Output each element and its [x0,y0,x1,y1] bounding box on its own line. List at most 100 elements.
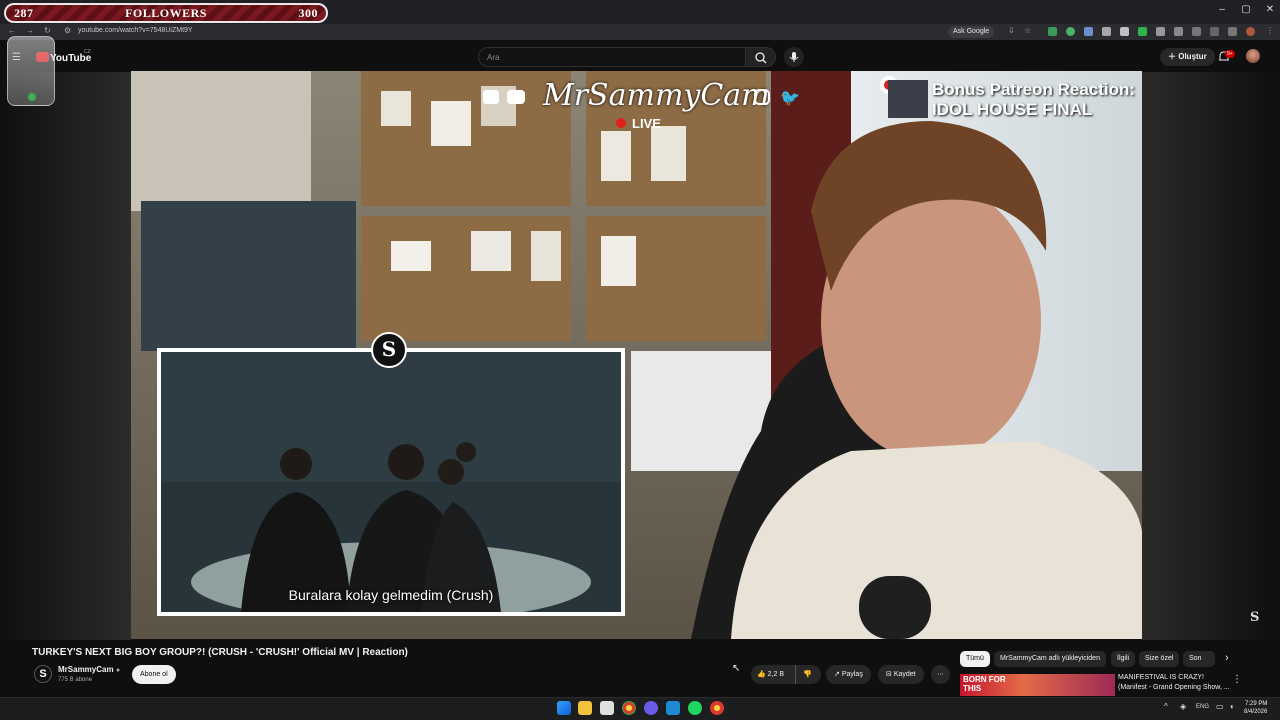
video-subtitle: Buralara kolay gelmedim (Crush) [288,587,494,603]
minimize-icon[interactable]: – [1210,4,1234,15]
create-button[interactable]: ＋ Oluştur [1160,48,1215,66]
spotify-icon[interactable] [688,701,702,715]
clock-time: 7:29 PM [1245,701,1268,707]
close-icon[interactable]: ✕ [1258,4,1280,15]
voice-search-button[interactable] [784,47,804,67]
windows-taskbar [0,697,1280,720]
channel-logo-badge: S [371,332,407,368]
store-icon[interactable] [600,701,614,715]
subscribe-button[interactable]: Abone ol [132,665,176,684]
search-input[interactable]: Ara [478,47,746,67]
plus-icon: ＋ [1168,52,1179,61]
ask-google-button[interactable]: Ask Google [948,26,995,38]
extension-icon[interactable] [1048,27,1057,36]
save-label: Kaydet [893,671,916,678]
pen-extension-icon[interactable] [1084,27,1093,36]
windows-start-icon[interactable] [557,701,571,715]
recommendation-title[interactable]: MANIFESTIVAL IS CRAZY! (Manifest - Grand… [1118,673,1233,693]
patreon-reaction-title: Bonus Patreon Reaction: IDOL HOUSE FINAL [932,80,1135,120]
app-icon[interactable] [644,701,658,715]
chrome-secondary-icon[interactable] [710,701,724,715]
watermark-logo-icon: S [1250,610,1260,625]
follower-goal: 300 [298,5,318,20]
more-actions-button[interactable]: ⋯ [931,665,950,684]
cast-icon[interactable] [1228,27,1237,36]
tab-icon[interactable] [1156,27,1165,36]
create-label: Oluştur [1178,52,1207,61]
ambient-glow-left [0,72,131,640]
chrome-icon[interactable] [622,701,636,715]
thumb-text-line-2: THIS [963,684,982,693]
install-icon[interactable]: ⇩ [1008,26,1015,35]
chip-related[interactable]: İlgili [1111,651,1136,667]
youtube-social-icon [507,90,525,104]
overlay-glass-widget [7,36,55,106]
bookmark-icon: ⊟ [886,671,894,678]
share-arrow-icon: ↗ [834,671,842,678]
thumbs-down-icon: 👎 [803,671,812,678]
vscode-icon[interactable] [666,701,680,715]
volume-icon[interactable]: ◐ [1230,702,1235,711]
network-icon[interactable]: ◈ [1180,702,1186,711]
clock[interactable]: 7:29 PM 8/4/2026 [1244,700,1267,716]
display-icon[interactable]: ▭ [1216,702,1224,711]
twitter-icon: 🐦 [780,90,800,107]
chip-for-you[interactable]: Size özel [1139,651,1180,667]
like-count: 2,2 B [767,671,785,678]
channel-name[interactable]: MrSammyCam ● [58,665,120,674]
inset-scene [161,352,621,612]
puzzle-icon[interactable] [1120,27,1129,36]
chip-from-uploader[interactable]: MrSammyCam adlı yükleyiciden [994,651,1106,667]
menu-dots-icon[interactable]: ⋮ [1266,26,1274,35]
live-label: LIVE [632,116,661,131]
patreon-thumbnail [888,80,928,118]
maximize-icon[interactable]: ▢ [1234,4,1258,15]
notification-count-badge: 9+ [1225,50,1235,58]
share-label: Paylaş [841,671,863,678]
back-icon[interactable]: ← [8,26,16,35]
sidebar-icon[interactable] [1210,27,1219,36]
recommendation-menu-icon[interactable]: ⋮ [1232,674,1242,685]
chip-all[interactable]: Tümü [960,651,990,667]
divider [795,665,796,684]
green-extension-icon[interactable] [1138,27,1147,36]
chevron-right-icon[interactable]: › [1225,652,1229,664]
chip-recent[interactable]: Son yü [1183,651,1215,667]
microphone-icon [789,52,799,62]
save-button[interactable]: ⊟ Kaydet [878,665,924,684]
bookmark-star-icon[interactable]: ☆ [1024,26,1031,35]
status-dot-icon [28,93,36,101]
reload-icon[interactable]: ↻ [44,26,51,35]
search-icon [755,52,767,64]
share-icon[interactable] [1174,27,1183,36]
forward-icon[interactable]: → [26,26,34,35]
patreon-line-2: IDOL HOUSE FINAL [932,100,1093,119]
power-extension-icon[interactable] [1066,27,1075,36]
subscriber-count: 775 B abone [58,677,93,683]
ambient-glow-right [1142,72,1274,640]
clock-date: 8/4/2026 [1244,709,1268,715]
code-icon[interactable] [1192,27,1201,36]
file-explorer-icon[interactable] [578,701,592,715]
mouse-cursor-icon: ↖ [732,663,741,674]
reaction-inset-video [157,348,625,616]
dislike-button[interactable]: 👎 [803,665,812,684]
like-button[interactable]: 👍 2,2 B [757,665,784,684]
video-title: TURKEY'S NEXT BIG BOY GROUP?! (CRUSH - '… [32,647,408,658]
url-text[interactable]: youtube.com/watch?v=7548UiZMt9Y [78,27,193,34]
recommendation-thumbnail-text: BORN FOR THIS [963,675,1006,693]
verified-icon: ● [115,667,121,674]
follower-goal-bar: 287 FOLLOWERS 300 [4,3,328,23]
search-button[interactable] [746,47,776,67]
tray-chevron-icon[interactable]: ^ [1164,702,1168,711]
profile-avatar[interactable] [1246,27,1255,36]
share-button[interactable]: ↗ Paylaş [826,665,871,684]
overlay-channel-name: MrSammyCam [543,78,770,113]
language-indicator[interactable]: ENG [1196,704,1209,710]
patreon-icon [483,90,499,104]
instagram-icon [754,89,770,105]
account-avatar[interactable] [1246,49,1260,63]
gear-extension-icon[interactable] [1102,27,1111,36]
site-info-icon[interactable]: ⚙ [64,26,71,35]
channel-avatar[interactable]: S [34,665,52,683]
